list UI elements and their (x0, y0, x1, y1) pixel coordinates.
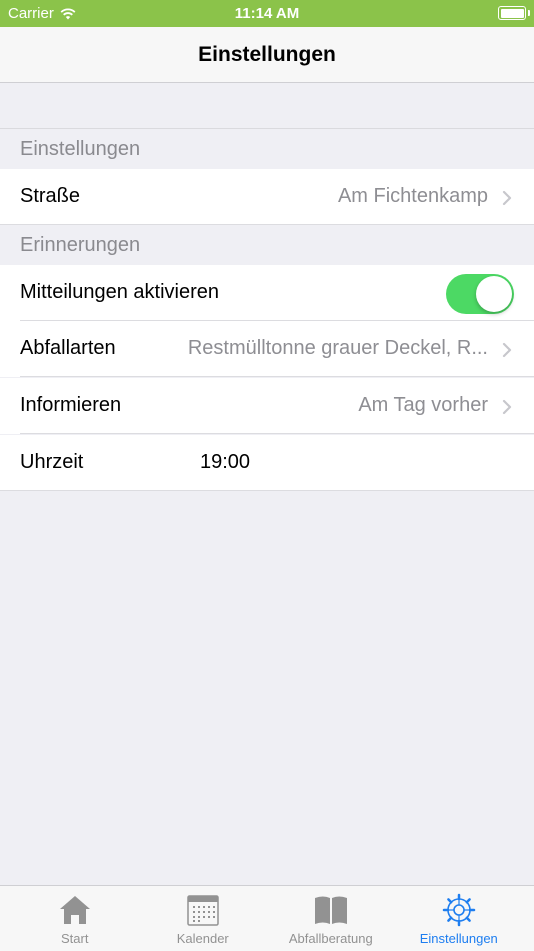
gear-icon (442, 893, 475, 927)
navigation-bar: Einstellungen (0, 27, 534, 83)
status-bar: Carrier 11:14 AM (0, 0, 534, 27)
row-separator (20, 376, 534, 377)
tab-label: Abfallberatung (288, 931, 373, 946)
section-header-label: Erinnerungen (20, 234, 141, 256)
notifications-row: Mitteilungen aktivieren (0, 265, 534, 321)
book-icon (314, 896, 347, 924)
street-value: Am Fichtenkamp (337, 185, 488, 207)
page-title: Einstellungen (198, 43, 336, 66)
tab-label: Kalender (176, 931, 229, 946)
tab-abfallberatung[interactable]: Abfallberatung (264, 886, 398, 951)
chevron-right-icon (502, 190, 512, 206)
inform-label: Informieren (20, 394, 122, 416)
chevron-right-icon (502, 342, 512, 358)
tab-label: Einstellungen (419, 931, 498, 946)
row-separator (0, 490, 534, 491)
street-row[interactable]: Straße Am Fichtenkamp (0, 169, 534, 225)
time-label: Uhrzeit (20, 451, 84, 473)
street-label: Straße (20, 185, 81, 207)
battery-icon (498, 6, 530, 20)
tab-label: Start (61, 931, 89, 946)
section-header-erinnerungen: Erinnerungen (0, 225, 534, 265)
status-time: 11:14 AM (234, 5, 300, 22)
house-icon (59, 896, 90, 924)
calendar-icon (187, 895, 219, 926)
inform-value: Am Tag vorher (358, 394, 488, 416)
tab-start[interactable]: Start (8, 886, 142, 951)
section-header-label: Einstellungen (20, 138, 141, 160)
waste-types-value: Restmülltonne grauer Deckel, R... (187, 337, 488, 359)
row-separator (20, 433, 534, 434)
toggle-knob (476, 276, 512, 312)
tab-bar: Start Kalender Abfallberatung Einstellun… (0, 885, 534, 951)
notifications-label: Mitteilungen aktivieren (20, 281, 219, 303)
waste-types-label: Abfallarten (20, 337, 116, 359)
chevron-right-icon (502, 399, 512, 415)
inform-row[interactable]: Informieren Am Tag vorher (0, 378, 534, 434)
notifications-toggle[interactable] (446, 274, 514, 314)
tab-einstellungen[interactable]: Einstellungen (392, 886, 526, 951)
tab-kalender[interactable]: Kalender (136, 886, 270, 951)
waste-types-row[interactable]: Abfallarten Restmülltonne grauer Deckel,… (0, 321, 534, 377)
time-value[interactable]: 19:00 (200, 451, 250, 474)
section-header-einstellungen: Einstellungen (0, 129, 534, 169)
time-row[interactable]: Uhrzeit 19:00 (0, 435, 534, 491)
